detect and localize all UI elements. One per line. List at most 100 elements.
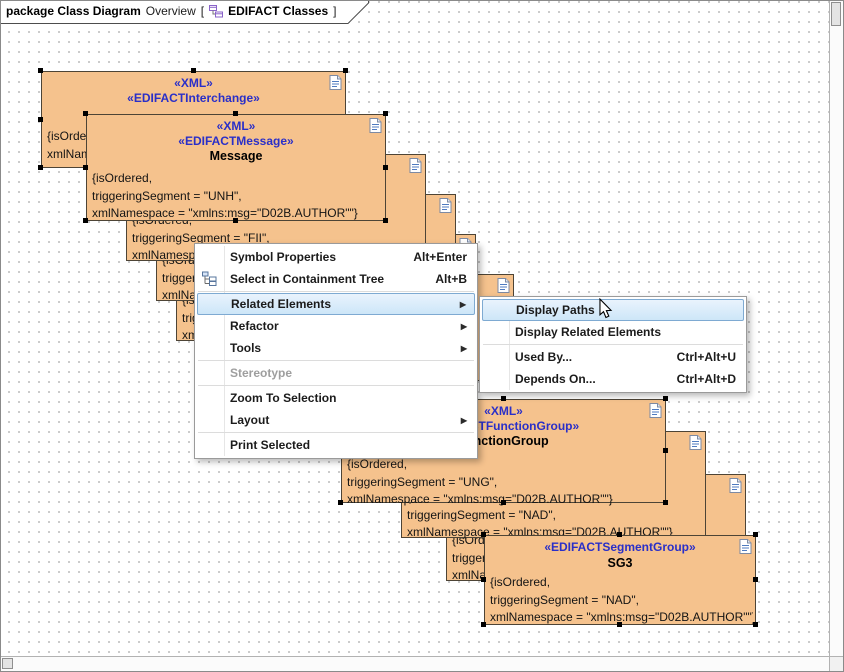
class-body-line: {isOrdered,: [92, 170, 383, 188]
selection-handle[interactable]: [83, 111, 88, 116]
menu-item-label: Symbol Properties: [230, 250, 336, 264]
selection-handle[interactable]: [191, 68, 196, 73]
menu-item-label: Select in Containment Tree: [230, 272, 384, 286]
related-elements-submenu: Display Paths Display Related Elements Use…: [479, 296, 747, 393]
menu-item-label: Used By...: [515, 350, 572, 364]
selection-handle[interactable]: [343, 68, 348, 73]
selection-handle[interactable]: [617, 622, 622, 627]
related-elements-submenu-item-used-by[interactable]: Used By... Ctrl+Alt+U: [480, 346, 746, 368]
menu-item-shortcut: Alt+Enter: [395, 250, 467, 264]
selection-handle[interactable]: [663, 500, 668, 505]
doc-icon: [439, 198, 452, 213]
frame-header: package Class Diagram Overview [ EDIFACT…: [6, 4, 337, 18]
selection-handle[interactable]: [338, 500, 343, 505]
diagram-name: EDIFACT Classes: [228, 4, 328, 18]
menu-item-shortcut: Ctrl+Alt+D: [659, 372, 736, 386]
context-menu: Symbol Properties Alt+Enter Select in Cont…: [194, 243, 478, 459]
submenu-arrow-icon: ▶: [449, 416, 467, 425]
class-body: {isOrdered,triggeringSegment = "NAD",xml…: [490, 574, 753, 627]
diagram-window: package Class Diagram Overview [ EDIFACT…: [0, 0, 844, 672]
related-elements-submenu-item-display-related-elements[interactable]: Display Related Elements: [480, 321, 746, 343]
selection-handle[interactable]: [753, 577, 758, 582]
selection-handle[interactable]: [83, 218, 88, 223]
vertical-scrollbar[interactable]: [829, 1, 843, 657]
diagram-kind-label: package Class Diagram: [6, 4, 141, 18]
class-body-line: triggeringSegment = "NAD",: [407, 507, 703, 525]
context-menu-item-refactor[interactable]: Refactor ▶: [195, 315, 477, 337]
selection-handle[interactable]: [233, 218, 238, 223]
class-name: SG3: [485, 555, 755, 571]
context-menu-item-print-selected[interactable]: Print Selected: [195, 434, 477, 456]
selection-handle[interactable]: [233, 111, 238, 116]
stereotype-label: «XML»: [42, 76, 345, 91]
class-body-line: triggeringSegment = "NAD",: [490, 592, 753, 610]
selection-handle[interactable]: [481, 622, 486, 627]
doc-icon: [329, 75, 342, 90]
submenu-arrow-icon: ▶: [448, 300, 466, 309]
menu-item-label: Layout: [230, 413, 269, 427]
class-name: Message: [87, 148, 385, 164]
selection-handle[interactable]: [663, 448, 668, 453]
menu-item-label: Related Elements: [231, 297, 331, 311]
vertical-scrollbar-thumb[interactable]: [831, 2, 841, 26]
selection-handle[interactable]: [753, 622, 758, 627]
context-menu-item-related-elements[interactable]: Related Elements ▶: [197, 293, 475, 315]
selection-handle[interactable]: [383, 111, 388, 116]
selection-handle[interactable]: [501, 396, 506, 401]
class-body-line: triggeringSegment = "UNG",: [347, 474, 663, 492]
scrollbar-corner: [829, 656, 843, 671]
menu-item-label: Print Selected: [230, 438, 310, 452]
menu-item-label: Zoom To Selection: [230, 391, 336, 405]
stereotype-label: «EDIFACTSegmentGroup»: [485, 540, 755, 555]
class-body-line: triggeringSegment = "UNH",: [92, 188, 383, 206]
selection-handle[interactable]: [38, 68, 43, 73]
selection-handle[interactable]: [753, 532, 758, 537]
context-menu-item-zoom-to-selection[interactable]: Zoom To Selection: [195, 387, 477, 409]
uml-class-sg3[interactable]: «EDIFACTSegmentGroup»SG3 {isOrdered,trigg…: [484, 535, 756, 625]
selection-handle[interactable]: [481, 577, 486, 582]
doc-icon: [649, 403, 662, 418]
context-menu-item-select-in-containment-tree[interactable]: Select in Containment Tree Alt+B: [195, 268, 477, 290]
menu-item-label: Display Paths: [516, 303, 595, 317]
related-elements-submenu-item-display-paths[interactable]: Display Paths: [482, 299, 744, 321]
stereotype-label: «EDIFACTMessage»: [87, 134, 385, 149]
related-elements-submenu-item-depends-on[interactable]: Depends On... Ctrl+Alt+D: [480, 368, 746, 390]
submenu-arrow-icon: ▶: [449, 322, 467, 331]
selection-handle[interactable]: [501, 500, 506, 505]
submenu-arrow-icon: ▶: [449, 344, 467, 353]
class-body: {isOrdered,triggeringSegment = "UNH",xml…: [92, 170, 383, 223]
selection-handle[interactable]: [38, 117, 43, 122]
selection-handle[interactable]: [383, 218, 388, 223]
horizontal-scrollbar-thumb[interactable]: [2, 658, 13, 669]
stereotype-label: «EDIFACTInterchange»: [42, 91, 345, 106]
context-menu-item-symbol-properties[interactable]: Symbol Properties Alt+Enter: [195, 246, 477, 268]
menu-item-label: Display Related Elements: [515, 325, 661, 339]
diagram-canvas[interactable]: package Class Diagram Overview [ EDIFACT…: [1, 1, 843, 671]
selection-handle[interactable]: [663, 396, 668, 401]
bracket-open: [: [201, 4, 204, 18]
class-diagram-icon: [209, 5, 223, 18]
menu-item-label: Refactor: [230, 319, 279, 333]
doc-icon: [369, 118, 382, 133]
selection-handle[interactable]: [83, 165, 88, 170]
selection-handle[interactable]: [38, 165, 43, 170]
doc-icon: [689, 435, 702, 450]
selection-handle[interactable]: [383, 165, 388, 170]
class-body-line: {isOrdered,: [490, 574, 753, 592]
horizontal-scrollbar[interactable]: [1, 656, 830, 671]
selection-handle[interactable]: [481, 532, 486, 537]
menu-item-shortcut: Alt+B: [417, 272, 467, 286]
context-menu-item-layout[interactable]: Layout ▶: [195, 409, 477, 431]
menu-item-shortcut: Ctrl+Alt+U: [659, 350, 736, 364]
menu-item-label: Tools: [230, 341, 261, 355]
doc-icon: [409, 158, 422, 173]
uml-class-message[interactable]: «XML»«EDIFACTMessage»Message{isOrdered,t…: [86, 114, 386, 221]
doc-icon: [497, 278, 510, 293]
selection-handle[interactable]: [617, 532, 622, 537]
menu-item-label: Depends On...: [515, 372, 596, 386]
doc-icon: [729, 478, 742, 493]
menu-item-label: Stereotype: [230, 366, 292, 380]
diagram-context-label: Overview: [146, 4, 196, 18]
containment-tree-icon: [202, 271, 217, 286]
context-menu-item-tools[interactable]: Tools ▶: [195, 337, 477, 359]
